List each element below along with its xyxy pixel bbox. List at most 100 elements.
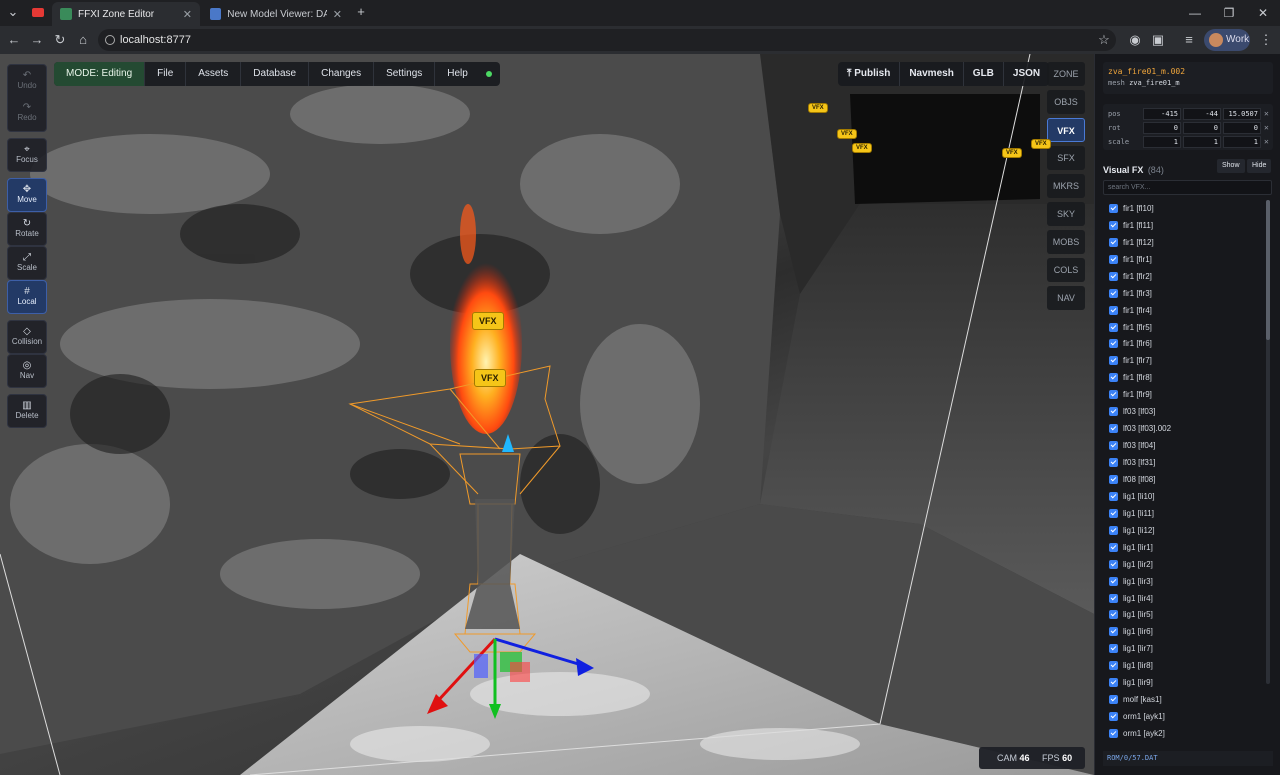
- category-cols[interactable]: COLS: [1047, 258, 1085, 282]
- minimize-icon[interactable]: —: [1178, 0, 1212, 26]
- list-item[interactable]: orm1 [ayk1]: [1103, 708, 1273, 725]
- list-item[interactable]: lf03 [lf03]: [1103, 403, 1273, 420]
- vfx-marker[interactable]: VFX: [474, 369, 506, 387]
- category-mkrs[interactable]: MKRS: [1047, 174, 1085, 198]
- list-item[interactable]: lig1 [lir5]: [1103, 607, 1273, 624]
- reset-pos-icon[interactable]: ✕: [1264, 109, 1269, 118]
- visibility-checkbox[interactable]: [1109, 525, 1118, 535]
- list-item[interactable]: lig1 [lir7]: [1103, 640, 1273, 657]
- list-item[interactable]: fir1 [flr4]: [1103, 302, 1273, 319]
- list-item[interactable]: lig1 [li10]: [1103, 488, 1273, 505]
- list-item[interactable]: fir1 [fl11]: [1103, 217, 1273, 234]
- rot-x-field[interactable]: 0: [1143, 122, 1181, 134]
- list-item[interactable]: fir1 [fl10]: [1103, 200, 1273, 217]
- hide-all-button[interactable]: Hide: [1247, 159, 1272, 173]
- menu-database[interactable]: Database: [241, 62, 310, 86]
- collision-button[interactable]: ◇ Collision: [7, 320, 47, 354]
- show-all-button[interactable]: Show: [1217, 159, 1245, 173]
- nav-button[interactable]: ◎ Nav: [7, 354, 47, 388]
- list-item[interactable]: fir1 [flr5]: [1103, 319, 1273, 336]
- home-icon[interactable]: ⌂: [74, 31, 92, 49]
- focus-button[interactable]: ⌖ Focus: [7, 138, 47, 172]
- visibility-checkbox[interactable]: [1109, 678, 1118, 688]
- menu-help[interactable]: Help: [435, 62, 480, 86]
- visibility-checkbox[interactable]: [1109, 576, 1118, 586]
- mode-indicator[interactable]: MODE: Editing: [54, 62, 146, 86]
- list-item[interactable]: lf03 [lf04]: [1103, 437, 1273, 454]
- list-item[interactable]: fir1 [flr9]: [1103, 386, 1273, 403]
- visibility-checkbox[interactable]: [1109, 695, 1118, 705]
- close-icon[interactable]: ✕: [183, 8, 192, 21]
- category-zone[interactable]: ZONE: [1047, 62, 1085, 86]
- visibility-checkbox[interactable]: [1109, 271, 1118, 281]
- tab-ffxi-zone-editor[interactable]: FFXI Zone Editor ✕: [52, 2, 200, 26]
- camera-icon[interactable]: ◉: [1126, 31, 1144, 49]
- rot-y-field[interactable]: 0: [1183, 122, 1221, 134]
- extensions-icon[interactable]: ▣: [1149, 31, 1167, 49]
- menu-icon[interactable]: ⋮: [1257, 31, 1275, 49]
- visibility-checkbox[interactable]: [1109, 474, 1118, 484]
- scale-z-field[interactable]: 1: [1223, 136, 1261, 148]
- window-close-icon[interactable]: ✕: [1246, 0, 1280, 26]
- glb-button[interactable]: GLB: [964, 62, 1004, 86]
- 3d-viewport[interactable]: ↶ Undo ↷ Redo ⌖ Focus ✥ Move ↻ Rotate ⤢ …: [0, 54, 1094, 775]
- category-vfx[interactable]: VFX: [1047, 118, 1085, 142]
- list-item[interactable]: fir1 [flr2]: [1103, 268, 1273, 285]
- vfx-marker[interactable]: VFX: [1031, 139, 1051, 149]
- publish-button[interactable]: ⤒ Publish: [838, 62, 901, 86]
- visibility-checkbox[interactable]: [1109, 458, 1118, 468]
- list-item[interactable]: lig1 [lir8]: [1103, 657, 1273, 674]
- maximize-icon[interactable]: ❐: [1212, 0, 1246, 26]
- visibility-checkbox[interactable]: [1109, 610, 1118, 620]
- redo-button[interactable]: ↷ Redo: [8, 102, 46, 122]
- vfx-list-scrollbar[interactable]: [1266, 200, 1270, 684]
- rotate-button[interactable]: ↻ Rotate: [7, 212, 47, 246]
- category-sfx[interactable]: SFX: [1047, 146, 1085, 170]
- visibility-checkbox[interactable]: [1109, 288, 1118, 298]
- visibility-checkbox[interactable]: [1109, 627, 1118, 637]
- vfx-marker[interactable]: VFX: [1002, 148, 1022, 158]
- visibility-checkbox[interactable]: [1109, 508, 1118, 518]
- list-item[interactable]: lig1 [lir3]: [1103, 573, 1273, 590]
- visibility-checkbox[interactable]: [1109, 254, 1118, 264]
- visibility-checkbox[interactable]: [1109, 203, 1118, 213]
- visibility-checkbox[interactable]: [1109, 542, 1118, 552]
- tab-model-viewer[interactable]: New Model Viewer: DATura - F ✕: [202, 2, 350, 26]
- local-button[interactable]: # Local: [7, 280, 47, 314]
- scale-y-field[interactable]: 1: [1183, 136, 1221, 148]
- vfx-marker[interactable]: VFX: [808, 103, 828, 113]
- profile-button[interactable]: Work: [1204, 29, 1250, 51]
- category-sky[interactable]: SKY: [1047, 202, 1085, 226]
- vfx-marker[interactable]: VFX: [852, 143, 872, 153]
- list-item[interactable]: orm1 [ayk2]: [1103, 725, 1273, 740]
- youtube-icon[interactable]: [32, 8, 44, 17]
- category-objs[interactable]: OBJS: [1047, 90, 1085, 114]
- visibility-checkbox[interactable]: [1109, 237, 1118, 247]
- visibility-checkbox[interactable]: [1109, 390, 1118, 400]
- pos-x-field[interactable]: -415: [1143, 108, 1181, 120]
- visibility-checkbox[interactable]: [1109, 407, 1118, 417]
- scale-x-field[interactable]: 1: [1143, 136, 1181, 148]
- list-item[interactable]: fir1 [fl12]: [1103, 234, 1273, 251]
- visibility-checkbox[interactable]: [1109, 729, 1118, 739]
- new-tab-icon[interactable]: +: [352, 3, 370, 21]
- tab-search-icon[interactable]: ⌄: [4, 3, 22, 21]
- list-item[interactable]: molf [kas1]: [1103, 691, 1273, 708]
- menu-settings[interactable]: Settings: [374, 62, 436, 86]
- list-item[interactable]: lig1 [lir1]: [1103, 539, 1273, 556]
- visibility-checkbox[interactable]: [1109, 644, 1118, 654]
- visibility-checkbox[interactable]: [1109, 661, 1118, 671]
- visibility-checkbox[interactable]: [1109, 305, 1118, 315]
- visibility-checkbox[interactable]: [1109, 339, 1118, 349]
- menu-changes[interactable]: Changes: [309, 62, 375, 86]
- list-item[interactable]: lf03 [lf31]: [1103, 454, 1273, 471]
- list-item[interactable]: fir1 [flr3]: [1103, 285, 1273, 302]
- move-button[interactable]: ✥ Move: [7, 178, 47, 212]
- visibility-checkbox[interactable]: [1109, 356, 1118, 366]
- list-item[interactable]: lig1 [lir4]: [1103, 590, 1273, 607]
- url-field[interactable]: localhost:8777: [98, 29, 1116, 51]
- visibility-checkbox[interactable]: [1109, 593, 1118, 603]
- vfx-search-input[interactable]: search VFX...: [1103, 180, 1272, 195]
- visibility-checkbox[interactable]: [1109, 712, 1118, 722]
- visibility-checkbox[interactable]: [1109, 322, 1118, 332]
